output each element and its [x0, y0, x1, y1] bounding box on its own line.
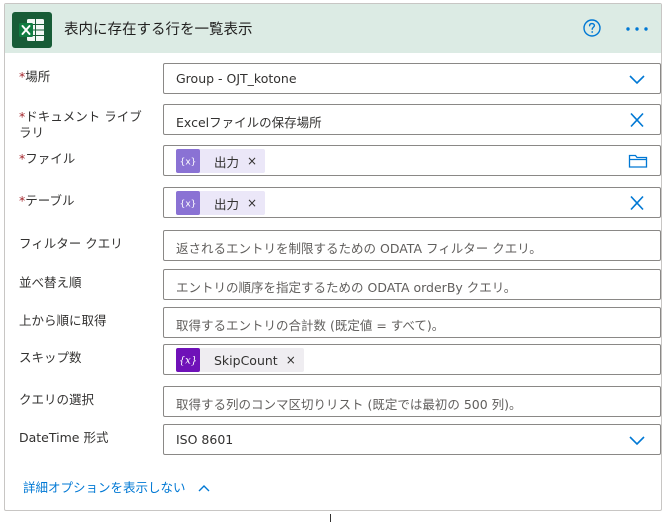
chevron-down-icon[interactable]	[628, 71, 646, 87]
library-label-line2: ラリ	[19, 125, 45, 140]
select-query-placeholder: 取得する列のコンマ区切りリスト (既定では最初の 500 列)。	[176, 397, 522, 412]
clear-icon[interactable]	[628, 112, 646, 128]
token-label: 出力	[214, 196, 240, 212]
top-count-label: 上から順に取得	[19, 313, 107, 328]
variable-token[interactable]: {x} SkipCount ×	[176, 348, 304, 372]
token-remove-button[interactable]: ×	[247, 154, 257, 168]
filter-query-placeholder: 返されるエントリを制限するための ODATA フィルター クエリ。	[176, 241, 542, 256]
question-circle-icon[interactable]	[582, 18, 602, 38]
token-label: 出力	[214, 154, 240, 170]
token-remove-button[interactable]: ×	[247, 196, 257, 210]
top-count-placeholder: 取得するエントリの合計数 (既定値 = すべて)。	[176, 318, 445, 333]
action-header[interactable]: 表内に存在する行を一覧表示	[5, 4, 661, 53]
library-label-line1: ドキュメント ライブ	[25, 109, 142, 124]
expression-icon: {x}	[176, 191, 200, 215]
svg-text:{x}: {x}	[180, 200, 196, 210]
table-input[interactable]: {x} 出力 ×	[163, 187, 661, 218]
datetime-format-dropdown[interactable]: ISO 8601	[163, 424, 661, 455]
location-dropdown[interactable]: Group - OJT_kotone	[163, 63, 661, 94]
order-by-input[interactable]: エントリの順序を指定するための ODATA orderBy クエリ。	[163, 269, 661, 300]
file-input[interactable]: {x} 出力 ×	[163, 145, 661, 176]
more-horizontal-icon[interactable]	[624, 19, 650, 39]
table-label-text: テーブル	[25, 193, 75, 208]
connector-line	[330, 514, 331, 522]
token-remove-button[interactable]: ×	[286, 353, 296, 367]
file-label: *ファイル	[19, 151, 75, 167]
order-by-label: 並べ替え順	[19, 275, 82, 290]
filter-query-input[interactable]: 返されるエントリを制限するための ODATA フィルター クエリ。	[163, 230, 661, 261]
clear-icon[interactable]	[628, 195, 646, 211]
action-title: 表内に存在する行を一覧表示	[64, 22, 253, 38]
folder-icon[interactable]	[628, 153, 648, 169]
location-label-text: 場所	[25, 69, 51, 84]
filter-query-label: フィルター クエリ	[19, 236, 123, 251]
datetime-format-value: ISO 8601	[176, 432, 234, 447]
svg-text:{x}: {x}	[179, 356, 197, 367]
skip-count-label: スキップ数	[19, 350, 82, 365]
excel-icon	[12, 12, 52, 48]
file-label-text: ファイル	[25, 151, 76, 166]
svg-text:{x}: {x}	[180, 158, 196, 168]
top-count-input[interactable]: 取得するエントリの合計数 (既定値 = すべて)。	[163, 307, 661, 338]
select-query-label: クエリの選択	[19, 392, 95, 407]
expression-icon: {x}	[176, 149, 200, 173]
chevron-down-icon[interactable]	[628, 432, 646, 448]
order-by-placeholder: エントリの順序を指定するための ODATA orderBy クエリ。	[176, 280, 517, 295]
dynamic-content-token[interactable]: {x} 出力 ×	[176, 191, 266, 215]
action-card: 表内に存在する行を一覧表示 *場所 Group - OJT_kotone *ドキ…	[4, 3, 662, 511]
chevron-up-icon	[198, 480, 210, 495]
advanced-options-label: 詳細オプションを表示しない	[23, 480, 186, 495]
dynamic-content-token[interactable]: {x} 出力 ×	[176, 149, 266, 173]
location-label: *場所	[19, 69, 50, 85]
library-input[interactable]: Excelファイルの保存場所	[163, 104, 661, 135]
table-label: *テーブル	[19, 193, 75, 209]
token-label: SkipCount	[214, 352, 278, 368]
variable-icon: {x}	[176, 348, 200, 372]
library-label: *ドキュメント ライブ ラリ	[19, 109, 142, 141]
datetime-format-label: DateTime 形式	[19, 430, 109, 445]
select-query-input[interactable]: 取得する列のコンマ区切りリスト (既定では最初の 500 列)。	[163, 386, 661, 417]
location-value: Group - OJT_kotone	[176, 71, 297, 86]
hide-advanced-options-link[interactable]: 詳細オプションを表示しない	[23, 477, 210, 496]
skip-count-input[interactable]: {x} SkipCount ×	[163, 344, 661, 375]
library-value: Excelファイルの保存場所	[176, 115, 322, 130]
